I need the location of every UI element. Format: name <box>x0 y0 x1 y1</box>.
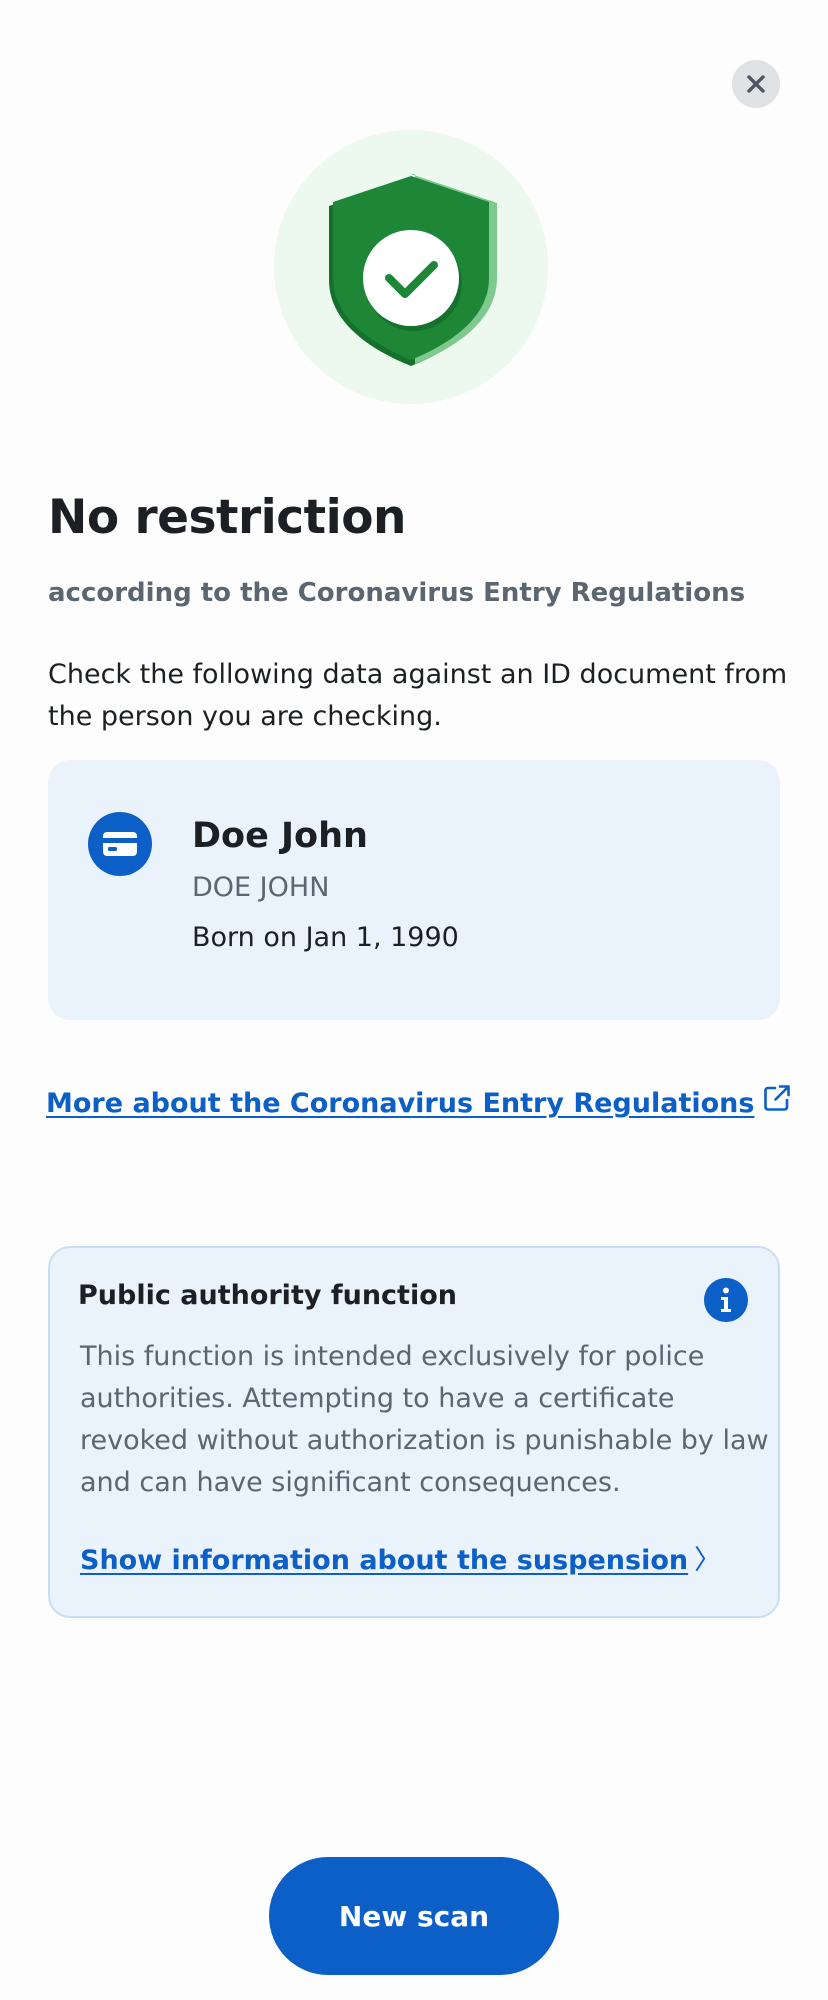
check-instructions: Check the following data against an ID d… <box>48 659 788 732</box>
person-name: Doe John <box>192 816 368 856</box>
suspension-info-link[interactable]: Show information about the suspension 〉 <box>80 1538 721 1577</box>
person-machine-readable-name: DOE JOHN <box>192 872 330 903</box>
close-icon <box>747 75 765 93</box>
person-data-card: Doe John DOE JOHN Born on Jan 1, 1990 <box>48 760 780 1020</box>
public-authority-card: Public authority function This function … <box>48 1246 780 1618</box>
external-link-icon <box>764 1084 791 1111</box>
shield-check-icon <box>329 174 497 366</box>
chevron-right-icon: 〉 <box>694 1545 722 1576</box>
status-subtitle: according to the Coronavirus Entry Regul… <box>48 578 746 608</box>
authority-warning-text: This function is intended exclusively fo… <box>80 1341 769 1498</box>
suspension-info-link-label: Show information about the suspension <box>80 1545 689 1576</box>
status-illustration <box>274 130 548 404</box>
id-card-icon <box>88 812 152 876</box>
certificate-check-result-screen: No restriction according to the Coronavi… <box>0 0 828 2000</box>
close-button[interactable] <box>732 60 780 108</box>
authority-title: Public authority function <box>78 1280 457 1311</box>
status-title: No restriction <box>48 490 406 545</box>
person-birth-date: Born on Jan 1, 1990 <box>192 922 459 953</box>
new-scan-button[interactable]: New scan <box>269 1857 559 1975</box>
more-regulations-link[interactable]: More about the Coronavirus Entry Regulat… <box>46 1084 792 1119</box>
info-icon[interactable] <box>704 1278 748 1322</box>
more-regulations-link-label: More about the Coronavirus Entry Regulat… <box>46 1088 755 1119</box>
